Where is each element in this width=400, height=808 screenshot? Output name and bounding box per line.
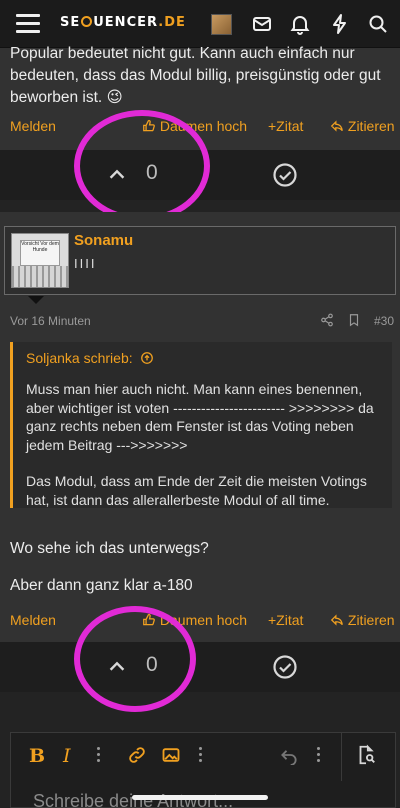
quote-paragraph: Muss man hier auch nicht. Man kann eines… (26, 381, 374, 453)
lightning-icon[interactable] (328, 12, 352, 36)
link-icon[interactable] (127, 745, 147, 765)
check-circle-icon[interactable] (272, 162, 298, 188)
bookmark-icon[interactable] (347, 313, 361, 327)
italic-button[interactable]: I (63, 745, 71, 767)
vote-bar: 0 (0, 642, 400, 692)
highlight-circle (74, 606, 196, 712)
share-icon[interactable] (320, 313, 334, 327)
quote-header[interactable]: Soljanka schrieb: (26, 350, 154, 366)
avatar-fence (12, 266, 68, 287)
avatar[interactable]: Vorsicht Vor dem Hunde (11, 233, 69, 288)
reply-button[interactable]: Zitieren (330, 118, 395, 134)
quote-author: Soljanka schrieb: (26, 350, 133, 366)
avatar-sign: Vorsicht Vor dem Hunde (20, 240, 60, 266)
quote-button[interactable]: +Zitat (268, 612, 303, 628)
more-options-icon[interactable] (97, 747, 101, 763)
home-indicator (132, 795, 268, 800)
search-icon[interactable] (366, 12, 390, 36)
toolbar-divider (341, 733, 342, 781)
more-options-icon[interactable] (199, 747, 203, 763)
username[interactable]: Sonamu (74, 232, 133, 249)
quote-block: Soljanka schrieb: Muss man hier auch nic… (10, 342, 392, 508)
top-navigation-bar: SE UENCER.DE (0, 0, 400, 48)
user-box-caret (28, 296, 44, 304)
post-text: Popular bedeutet nicht gut. Kann auch ei… (10, 45, 381, 106)
bell-icon[interactable] (288, 12, 312, 36)
more-options-icon[interactable] (317, 747, 321, 763)
arrow-up-circle-icon (140, 352, 153, 364)
undo-icon[interactable] (279, 745, 299, 765)
quote-text: Muss man hier auch nicht. Man kann eines… (26, 380, 388, 509)
image-icon[interactable] (161, 745, 181, 765)
highlight-circle (74, 110, 210, 222)
user-avatar-icon[interactable] (211, 14, 232, 35)
post-text: Aber dann ganz klar a-180 (10, 577, 193, 594)
preview-icon[interactable] (355, 744, 377, 766)
menu-icon[interactable] (16, 14, 40, 34)
post-actions: Melden Daumen hoch +Zitat Zitieren (0, 612, 400, 634)
user-info-box: Vorsicht Vor dem Hunde (4, 226, 396, 295)
reply-arrow-icon (330, 614, 343, 626)
post-number[interactable]: #30 (374, 314, 394, 328)
report-link[interactable]: Melden (10, 118, 56, 134)
bold-button[interactable]: B (29, 745, 45, 767)
mail-icon[interactable] (250, 12, 274, 36)
report-link[interactable]: Melden (10, 612, 56, 628)
post-text: Wo sehe ich das unterwegs? (10, 540, 209, 557)
site-logo[interactable]: SE UENCER.DE (60, 15, 186, 30)
reply-button[interactable]: Zitieren (330, 612, 395, 628)
check-circle-icon[interactable] (272, 654, 298, 680)
user-title: IIII (74, 256, 97, 271)
reply-arrow-icon (330, 120, 343, 132)
quote-button[interactable]: +Zitat (268, 118, 303, 134)
quote-paragraph: Das Modul, dass am Ende der Zeit die mei… (26, 473, 367, 508)
post-timestamp[interactable]: Vor 16 Minuten (10, 314, 91, 328)
logo-o-ring (81, 16, 93, 27)
